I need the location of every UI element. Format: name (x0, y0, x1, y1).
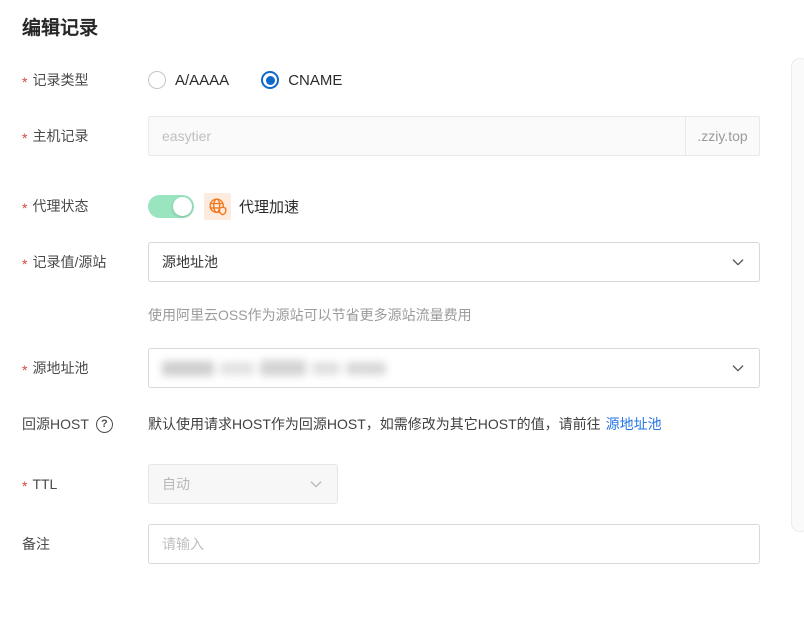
origin-pool-redacted-value (162, 360, 386, 376)
origin-pool-label: * 源地址池 (0, 358, 148, 378)
record-value-label: * 记录值/源站 (0, 252, 148, 272)
ttl-select: 自动 (148, 464, 338, 504)
record-value-select[interactable]: 源地址池 (148, 242, 760, 282)
record-type-label: * 记录类型 (0, 70, 148, 90)
origin-pool-select[interactable] (148, 348, 760, 388)
row-proxy-status: * 代理状态 代理加速 (0, 186, 804, 226)
row-origin-pool: * 源地址池 (0, 348, 804, 388)
radio-cname[interactable]: CNAME (261, 71, 342, 89)
help-icon[interactable]: ? (96, 416, 113, 433)
chevron-down-icon (730, 254, 746, 273)
origin-host-label-text: 回源HOST (22, 414, 89, 434)
ttl-label-text: TTL (32, 476, 57, 492)
record-value-label-text: 记录值/源站 (32, 252, 106, 272)
host-record-label: * 主机记录 (0, 126, 148, 146)
record-type-label-text: 记录类型 (32, 70, 88, 90)
radio-checked-icon[interactable] (261, 71, 279, 89)
group-record-value: * 记录值/源站 源地址池 使用阿里云OSS作为源站可以节省更多源站流量费用 (0, 242, 804, 325)
origin-pool-label-text: 源地址池 (32, 358, 88, 378)
ttl-label: * TTL (0, 476, 148, 492)
required-asterisk: * (22, 478, 27, 494)
host-record-value[interactable]: easytier (149, 117, 685, 155)
row-host-record: * 主机记录 easytier .zziy.top (0, 116, 804, 156)
origin-host-description: 默认使用请求HOST作为回源HOST，如需修改为其它HOST的值，请前往 (148, 414, 601, 434)
row-remark: 备注 (0, 524, 804, 564)
record-value-selected: 源地址池 (162, 252, 218, 272)
proxy-status-label: * 代理状态 (0, 196, 148, 216)
radio-a-aaaa[interactable]: A/AAAA (148, 71, 229, 89)
required-asterisk: * (22, 256, 27, 272)
proxy-status-text: 代理加速 (239, 196, 299, 217)
row-record-value: * 记录值/源站 源地址池 (0, 242, 804, 282)
oss-helper-text: 使用阿里云OSS作为源站可以节省更多源站流量费用 (148, 305, 804, 325)
scrollbar-thumb[interactable] (791, 58, 804, 532)
required-asterisk: * (22, 130, 27, 146)
edit-record-panel: 编辑记录 * 记录类型 A/AAAA CNAME * 主机记录 easytier (0, 0, 804, 564)
chevron-down-icon (308, 476, 324, 495)
remark-input[interactable] (148, 524, 760, 564)
row-record-type: * 记录类型 A/AAAA CNAME (0, 60, 804, 100)
host-record-input[interactable]: easytier .zziy.top (148, 116, 760, 156)
ttl-value: 自动 (162, 474, 190, 494)
row-ttl: * TTL 自动 (0, 464, 804, 504)
toggle-knob[interactable] (173, 197, 192, 216)
chevron-down-icon (730, 360, 746, 379)
globe-shield-icon (204, 193, 231, 220)
radio-unchecked-icon[interactable] (148, 71, 166, 89)
radio-cname-label: CNAME (288, 72, 342, 89)
host-record-label-text: 主机记录 (32, 126, 88, 146)
domain-suffix: .zziy.top (685, 117, 759, 155)
record-type-options: A/AAAA CNAME (148, 71, 374, 89)
origin-pool-link[interactable]: 源地址池 (606, 414, 662, 434)
page-title: 编辑记录 (22, 14, 804, 44)
required-asterisk: * (22, 74, 27, 90)
origin-host-label: 回源HOST ? (0, 414, 148, 434)
remark-label-text: 备注 (22, 534, 50, 554)
proxy-status-label-text: 代理状态 (32, 196, 88, 216)
proxy-toggle[interactable] (148, 195, 194, 218)
radio-a-aaaa-label: A/AAAA (175, 72, 229, 89)
row-origin-host: 回源HOST ? 默认使用请求HOST作为回源HOST，如需修改为其它HOST的… (0, 404, 804, 444)
required-asterisk: * (22, 200, 27, 216)
required-asterisk: * (22, 362, 27, 378)
remark-label: 备注 (0, 534, 148, 554)
